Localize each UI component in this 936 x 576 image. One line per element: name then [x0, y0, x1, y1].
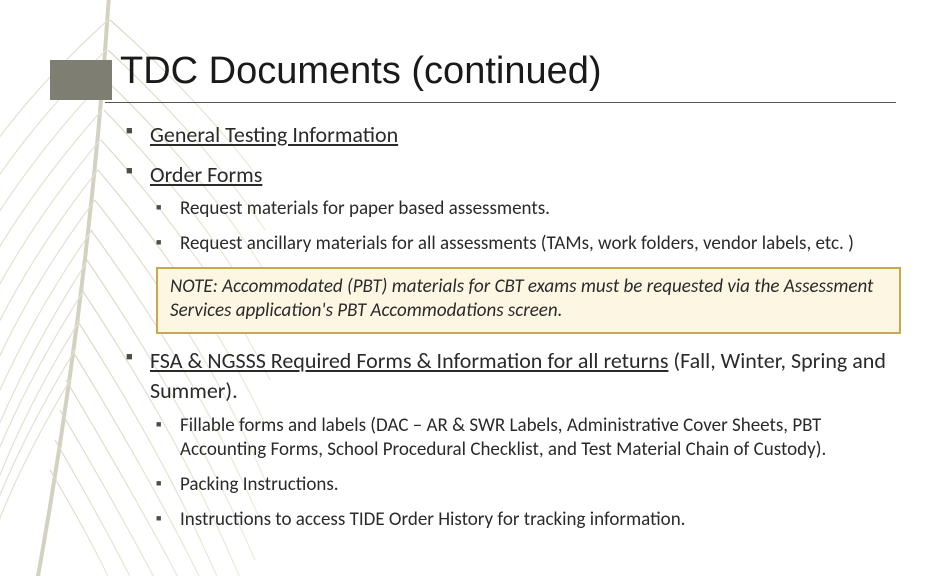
subbullet-request-ancillary: Request ancillary materials for all asse…: [150, 232, 901, 257]
bullet-text: General Testing Information: [150, 121, 398, 148]
bullet-general-testing: General Testing Information: [120, 120, 901, 150]
title-accent-box: [50, 60, 112, 100]
slide-content: General Testing Information Order Forms …: [120, 120, 901, 542]
bullet-fsa-ngsss: FSA & NGSSS Required Forms & Information…: [120, 346, 901, 532]
slide-title: TDC Documents (continued): [120, 50, 886, 99]
subbullet-packing: Packing Instructions.: [150, 473, 901, 498]
bullet-order-forms: Order Forms Request materials for paper …: [120, 160, 901, 334]
bullet-text: Order Forms: [150, 161, 262, 188]
bullet-text-underlined: FSA & NGSSS Required Forms & Information…: [150, 347, 668, 374]
subbullet-tide: Instructions to access TIDE Order Histor…: [150, 508, 901, 533]
subbullet-request-paper: Request materials for paper based assess…: [150, 197, 901, 222]
title-underline: [105, 102, 896, 103]
note-callout: NOTE: Accommodated (PBT) materials for C…: [156, 267, 901, 334]
subbullet-fillable-forms: Fillable forms and labels (DAC – AR & SW…: [150, 414, 901, 463]
